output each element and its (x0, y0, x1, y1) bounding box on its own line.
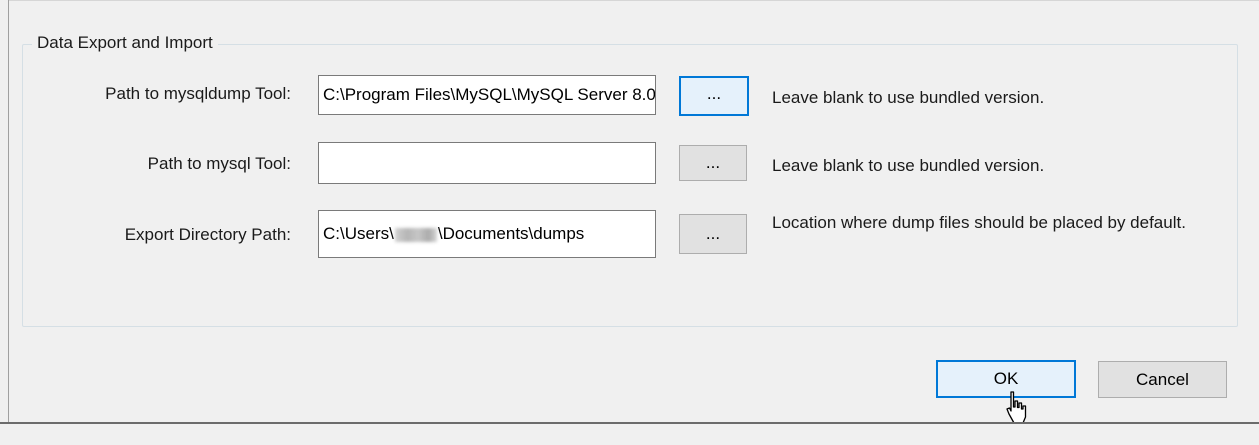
mysqldump-path-label: Path to mysqldump Tool: (105, 84, 291, 103)
cancel-button[interactable]: Cancel (1098, 361, 1227, 398)
group-title: Data Export and Import (32, 33, 218, 53)
preferences-dialog: Data Export and Import Path to mysqldump… (0, 0, 1259, 445)
mysql-path-label: Path to mysql Tool: (147, 154, 291, 173)
bottom-frame (0, 422, 1259, 445)
left-divider (8, 0, 9, 422)
export-directory-hint: Location where dump files should be plac… (772, 213, 1186, 232)
mysqldump-path-field[interactable]: C:\Program Files\MySQL\MySQL Server 8.0\… (318, 75, 656, 115)
export-directory-label: Export Directory Path: (124, 225, 291, 244)
export-directory-field[interactable]: C:\Users\ \Documents\dumps (318, 210, 656, 258)
mysql-browse-button[interactable]: ... (679, 145, 747, 181)
mysql-hint: Leave blank to use bundled version. (772, 156, 1045, 175)
export-directory-browse-button[interactable]: ... (679, 214, 747, 254)
top-divider (8, 0, 1259, 1)
mysql-path-field[interactable] (318, 142, 656, 184)
mysqldump-hint: Leave blank to use bundled version. (772, 88, 1045, 107)
export-directory-value-suffix: \Documents\dumps (437, 224, 585, 243)
redacted-username (394, 227, 437, 242)
export-directory-value-prefix: C:\Users\ (323, 224, 394, 243)
mysqldump-browse-button[interactable]: ... (679, 76, 749, 116)
